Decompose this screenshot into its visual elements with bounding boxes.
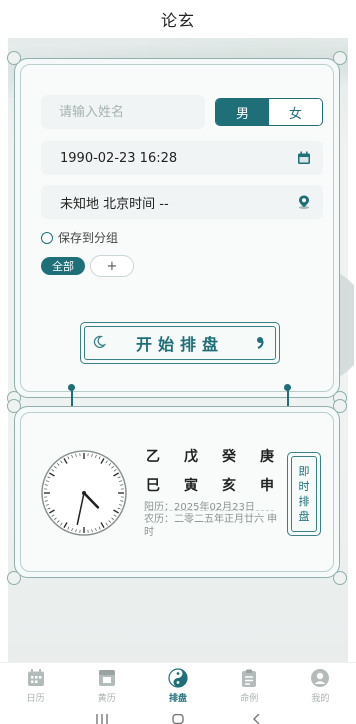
name-input[interactable] [41,95,205,129]
hour-branch: 申 [260,478,274,494]
almanac-icon [98,670,115,686]
tab-cases[interactable]: 命例 [214,663,285,704]
top-bar: 论玄 [0,0,356,38]
tab-cases-label: 命例 [240,694,259,704]
instant-chart-button[interactable]: 即 时 排 盘 [287,452,321,536]
lunar-date: 农历：二零二五年正月廿六 申时 [144,514,278,538]
back-icon[interactable] [252,714,262,724]
divider [144,510,274,511]
year-stem: 乙 [146,449,160,465]
frame-corner [333,571,347,585]
birth-location-field[interactable]: 未知地 北京时间 -- [41,185,323,219]
page-title: 论玄 [160,11,195,30]
cord-bead [284,384,291,391]
system-nav-bar [0,704,356,724]
gender-toggle: 男 女 [215,98,323,126]
instant-chart-char: 盘 [298,510,310,523]
tab-calendar[interactable]: 日历 [0,663,71,704]
analog-clock [41,450,127,536]
month-branch: 寅 [184,478,198,494]
clipboard-icon [242,669,257,687]
instant-chart-char: 排 [298,495,310,508]
birth-datetime-value: 1990-02-23 16:28 [60,150,178,166]
instant-chart-char: 即 [298,465,310,478]
day-branch: 亥 [222,478,236,494]
save-to-group-label: 保存到分组 [58,231,119,245]
calendar-icon [27,669,44,686]
frame-corner [7,51,21,65]
tab-profile[interactable]: 我的 [285,663,356,704]
tab-chart[interactable]: 排盘 [142,663,213,704]
location-pin-icon [299,195,309,209]
hour-stem: 庚 [260,449,274,465]
recent-apps-icon[interactable] [95,714,109,724]
tab-chart-label: 排盘 [169,694,188,704]
calendar-icon [298,151,310,164]
cord-bead [68,384,75,391]
bottom-tab-bar: 日历 黄历 排盘 命例 我的 [0,662,356,704]
home-icon[interactable] [172,714,184,724]
day-stem: 癸 [222,449,236,465]
heavenly-stems-row: 乙 戊 癸 庚 [145,446,275,466]
birth-datetime-field[interactable]: 1990-02-23 16:28 [41,141,323,175]
comma-moon-icon [257,337,264,349]
gender-female-option[interactable]: 女 [269,99,322,125]
month-stem: 戊 [184,449,198,465]
yinyang-icon [168,668,188,688]
start-chart-label: 开始排盘 [135,335,224,354]
year-branch: 巳 [146,478,160,494]
group-chip-all[interactable]: 全部 [41,257,85,275]
tab-calendar-label: 日历 [26,694,45,704]
start-chart-button[interactable]: 开始排盘 [80,322,280,364]
frame-corner [7,399,21,413]
birth-location-value: 未知地 北京时间 -- [60,196,169,212]
frame-corner [333,399,347,413]
frame-corner [7,571,21,585]
tab-profile-label: 我的 [311,694,330,704]
tab-almanac[interactable]: 黄历 [71,663,142,704]
earthly-branches-row: 巳 寅 亥 申 [145,475,275,495]
frame-corner [333,51,347,65]
save-to-group-option[interactable]: 保存到分组 [41,229,118,246]
save-radio[interactable] [41,231,53,244]
add-group-button[interactable]: + [90,255,134,277]
tab-almanac-label: 黄历 [97,694,116,704]
user-icon [311,669,330,687]
gender-male-option[interactable]: 男 [216,99,269,125]
instant-chart-char: 时 [298,480,310,493]
